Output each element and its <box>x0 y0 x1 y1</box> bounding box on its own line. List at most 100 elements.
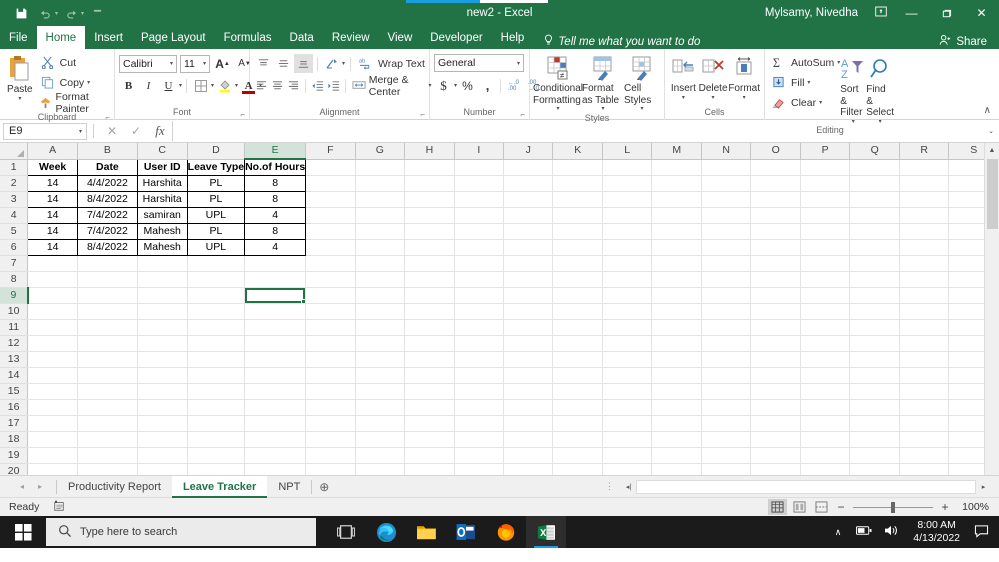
cell-A9[interactable] <box>27 287 79 304</box>
cell-Q1[interactable] <box>849 159 900 176</box>
cell-E3[interactable]: 8 <box>244 191 307 208</box>
close-button[interactable]: ✕ <box>964 0 999 26</box>
firefox-icon[interactable] <box>486 516 526 548</box>
cell-E4[interactable]: 4 <box>244 207 307 224</box>
cell-H5[interactable] <box>404 223 455 240</box>
cell-I18[interactable] <box>454 431 505 448</box>
cell-C19[interactable] <box>137 447 188 464</box>
align-top-button[interactable] <box>254 54 273 73</box>
row-header-6[interactable]: 6 <box>0 239 29 256</box>
cell-L15[interactable] <box>602 383 653 400</box>
cell-P2[interactable] <box>800 175 851 192</box>
column-header-e[interactable]: E <box>244 143 307 160</box>
cell-A13[interactable] <box>27 351 79 368</box>
cell-H16[interactable] <box>404 399 455 416</box>
cell-E14[interactable] <box>244 367 307 384</box>
cell-A7[interactable] <box>27 255 79 272</box>
cell-H10[interactable] <box>404 303 455 320</box>
column-header-o[interactable]: O <box>750 143 801 160</box>
cell-J17[interactable] <box>503 415 554 432</box>
format-dropdown-icon[interactable]: ▾ <box>743 95 746 102</box>
number-format-dropdown-icon[interactable]: ▾ <box>517 60 523 67</box>
horizontal-scrollbar[interactable]: ◂| ▸ <box>621 479 999 495</box>
cell-K1[interactable] <box>552 159 603 176</box>
column-header-i[interactable]: I <box>454 143 505 160</box>
cell-P19[interactable] <box>800 447 851 464</box>
cell-C8[interactable] <box>137 271 188 288</box>
cell-K9[interactable] <box>552 287 603 304</box>
cell-B7[interactable] <box>77 255 138 272</box>
normal-view-button[interactable] <box>768 499 787 515</box>
cell-L3[interactable] <box>602 191 653 208</box>
cell-P9[interactable] <box>800 287 851 304</box>
paste-button[interactable]: Paste ▾ <box>4 52 36 102</box>
format-as-table-button[interactable]: Format as Table ▾ <box>582 51 624 113</box>
enter-formula-icon[interactable]: ✓ <box>124 121 148 141</box>
cell-A20[interactable] <box>27 463 79 475</box>
cell-H12[interactable] <box>404 335 455 352</box>
cell-A12[interactable] <box>27 335 79 352</box>
bold-button[interactable]: B <box>119 76 138 95</box>
cell-L2[interactable] <box>602 175 653 192</box>
tell-me-search[interactable]: Tell me what you want to do <box>533 34 700 49</box>
ribbon-tab-formulas[interactable]: Formulas <box>215 26 281 49</box>
cell-R19[interactable] <box>899 447 950 464</box>
cell-Q11[interactable] <box>849 319 900 336</box>
cell-N3[interactable] <box>701 191 752 208</box>
cell-A6[interactable]: 14 <box>27 239 79 256</box>
column-header-j[interactable]: J <box>503 143 554 160</box>
cell-M1[interactable] <box>651 159 702 176</box>
cell-M5[interactable] <box>651 223 702 240</box>
cell-B8[interactable] <box>77 271 138 288</box>
cell-A5[interactable]: 14 <box>27 223 79 240</box>
undo-icon[interactable] <box>34 3 56 23</box>
font-dialog-launcher-icon[interactable]: ⌐ <box>240 110 245 119</box>
cell-O5[interactable] <box>750 223 801 240</box>
cell-K17[interactable] <box>552 415 603 432</box>
row-header-18[interactable]: 18 <box>0 431 29 448</box>
cell-C16[interactable] <box>137 399 188 416</box>
scroll-up-button[interactable]: ▲ <box>985 143 999 158</box>
volume-icon[interactable] <box>878 524 905 540</box>
cell-styles-button[interactable]: Cell Styles ▾ <box>624 51 660 113</box>
cell-G19[interactable] <box>355 447 406 464</box>
cell-G14[interactable] <box>355 367 406 384</box>
cell-C12[interactable] <box>137 335 188 352</box>
clear-button[interactable]: Clear ▾ <box>769 93 840 112</box>
cell-Q18[interactable] <box>849 431 900 448</box>
cell-N7[interactable] <box>701 255 752 272</box>
cell-L11[interactable] <box>602 319 653 336</box>
page-break-preview-button[interactable] <box>812 499 831 515</box>
cell-K16[interactable] <box>552 399 603 416</box>
cell-A17[interactable] <box>27 415 79 432</box>
cell-M19[interactable] <box>651 447 702 464</box>
cell-D1[interactable]: Leave Type <box>186 158 246 176</box>
cell-N5[interactable] <box>701 223 752 240</box>
cell-O9[interactable] <box>750 287 801 304</box>
cell-C18[interactable] <box>137 431 188 448</box>
cell-L7[interactable] <box>602 255 653 272</box>
copy-dropdown-icon[interactable]: ▾ <box>87 79 90 86</box>
cell-R6[interactable] <box>899 239 950 256</box>
column-header-l[interactable]: L <box>602 143 653 160</box>
customize-quick-access-toolbar-icon[interactable] <box>86 3 108 23</box>
cell-F20[interactable] <box>305 463 356 475</box>
cell-K10[interactable] <box>552 303 603 320</box>
cell-M7[interactable] <box>651 255 702 272</box>
cell-B3[interactable]: 8/4/2022 <box>77 191 138 208</box>
cell-M14[interactable] <box>651 367 702 384</box>
cell-M15[interactable] <box>651 383 702 400</box>
name-box-dropdown-icon[interactable]: ▾ <box>79 128 86 135</box>
cell-A14[interactable] <box>27 367 79 384</box>
cell-A18[interactable] <box>27 431 79 448</box>
cell-D8[interactable] <box>187 271 246 288</box>
cell-F1[interactable] <box>305 159 356 176</box>
cell-D11[interactable] <box>187 319 246 336</box>
cell-K14[interactable] <box>552 367 603 384</box>
cell-J4[interactable] <box>503 207 554 224</box>
accessibility-checker-icon[interactable] <box>39 500 65 515</box>
cell-R8[interactable] <box>899 271 950 288</box>
insert-dropdown-icon[interactable]: ▾ <box>682 95 685 102</box>
cell-O16[interactable] <box>750 399 801 416</box>
cell-M11[interactable] <box>651 319 702 336</box>
